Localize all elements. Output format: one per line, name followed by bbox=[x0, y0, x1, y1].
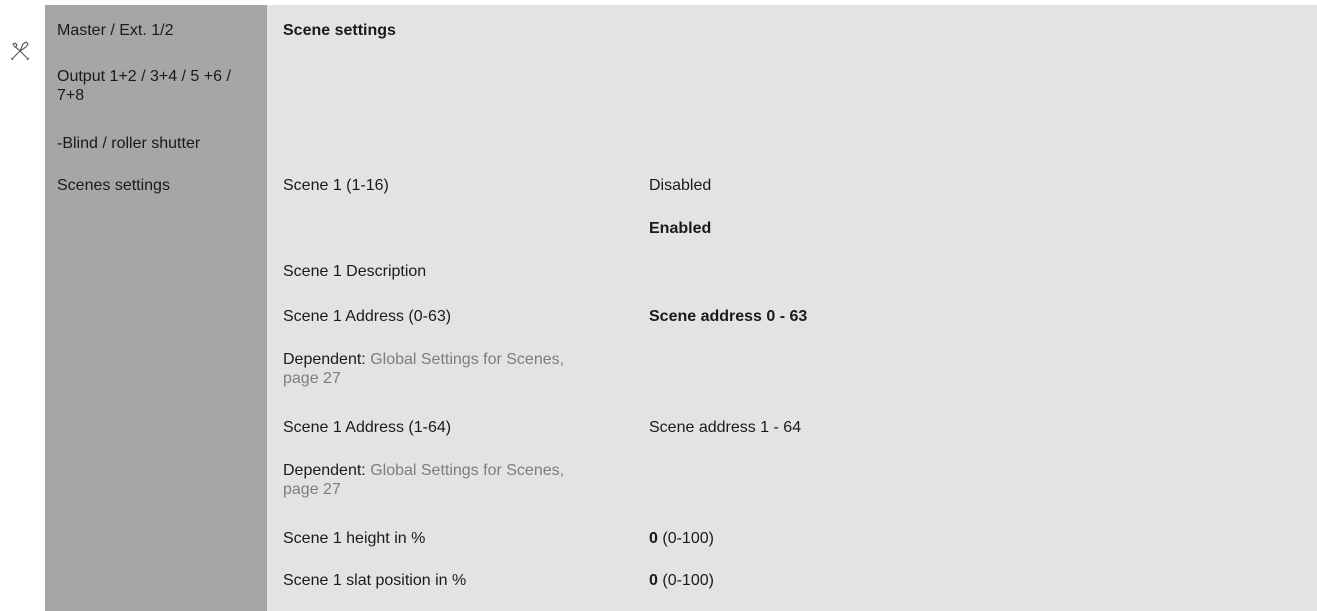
sidebar: Master / Ext. 1/2 Output 1+2 / 3+4 / 5 +… bbox=[45, 5, 267, 611]
description-label: Scene 1 Description bbox=[283, 263, 427, 280]
address-0-63-value: Scene address 0 - 63 bbox=[649, 308, 808, 325]
slat-range: (0-100) bbox=[662, 572, 714, 589]
sidebar-item-label: Output 1+2 / 3+4 / 5 +6 / 7+8 bbox=[57, 68, 231, 104]
scene-label: Scene 1 (1-16) bbox=[283, 177, 389, 194]
slat-label: Scene 1 slat position in % bbox=[283, 572, 467, 589]
slat-default: 0 bbox=[649, 572, 658, 589]
dependent-note: Dependent: Global Settings for Scenes, p… bbox=[283, 461, 593, 499]
sidebar-item-label: Master / Ext. 1/2 bbox=[57, 22, 174, 39]
sidebar-item-output[interactable]: Output 1+2 / 3+4 / 5 +6 / 7+8 bbox=[57, 67, 257, 105]
height-value: 0 (0-100) bbox=[649, 529, 714, 548]
dependent-prefix: Dependent: bbox=[283, 462, 366, 479]
dependent-note: Dependent: Global Settings for Scenes, p… bbox=[283, 350, 593, 388]
slat-value: 0 (0-100) bbox=[649, 571, 714, 590]
sidebar-item-label: Scenes settings bbox=[57, 177, 170, 194]
scene-option-enabled[interactable]: Enabled bbox=[649, 219, 711, 238]
tools-icon bbox=[10, 41, 30, 61]
sidebar-item-blind[interactable]: -Blind / roller shutter bbox=[57, 134, 200, 153]
sidebar-item-label: -Blind / roller shutter bbox=[57, 135, 201, 152]
main-content: Scene settings Scene 1 (1-16) Disabled E… bbox=[267, 5, 1317, 611]
address-1-64-label: Scene 1 Address (1-64) bbox=[283, 419, 452, 436]
address-1-64-value: Scene address 1 - 64 bbox=[649, 419, 802, 436]
height-range: (0-100) bbox=[662, 530, 714, 547]
height-label: Scene 1 height in % bbox=[283, 530, 426, 547]
sidebar-item-scenes-settings[interactable]: Scenes settings bbox=[57, 176, 170, 195]
sidebar-item-master[interactable]: Master / Ext. 1/2 bbox=[57, 21, 173, 40]
scene-option-disabled[interactable]: Disabled bbox=[649, 176, 711, 195]
dependent-prefix: Dependent: bbox=[283, 351, 366, 368]
address-0-63-label: Scene 1 Address (0-63) bbox=[283, 308, 452, 325]
height-default: 0 bbox=[649, 530, 658, 547]
page-title: Scene settings bbox=[283, 22, 396, 39]
